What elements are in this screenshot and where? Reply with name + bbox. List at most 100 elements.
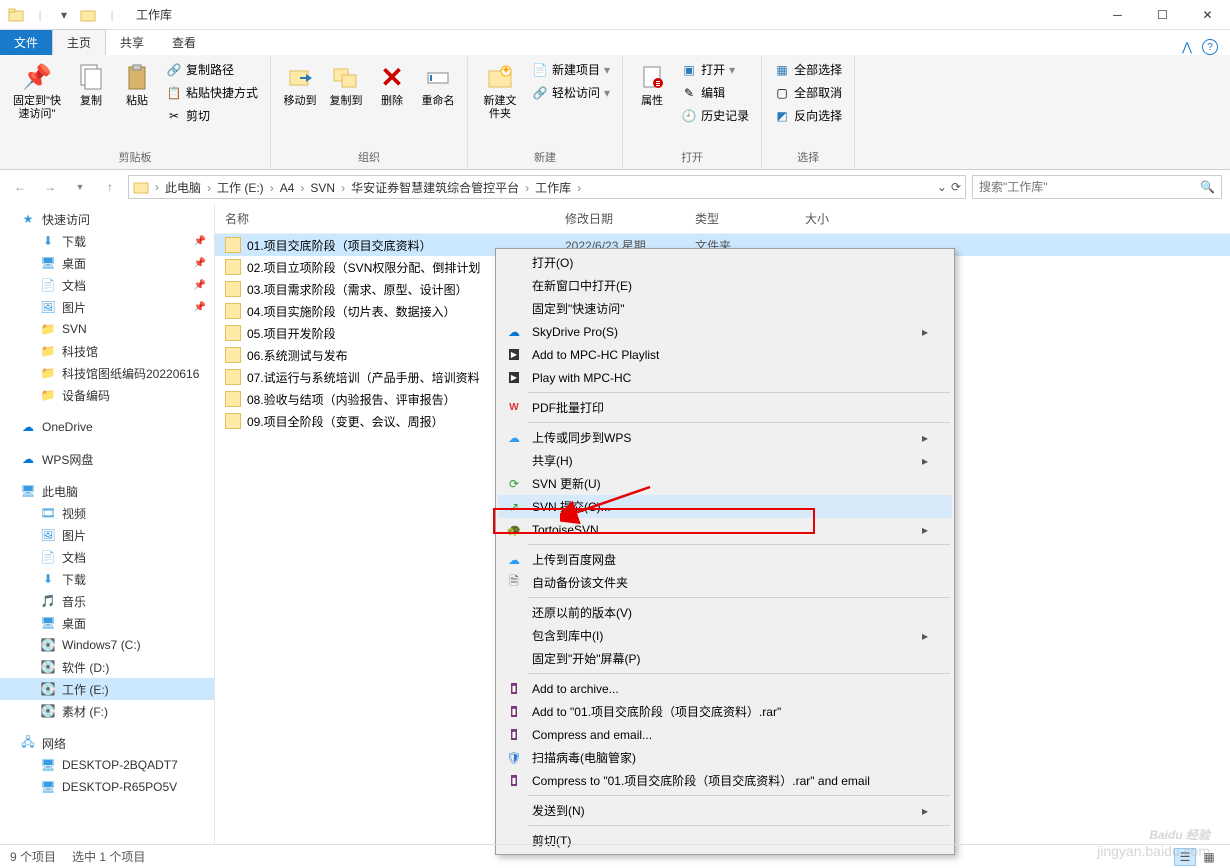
context-menu-item[interactable]: ⟳SVN 更新(U): [498, 472, 952, 495]
recent-dropdown[interactable]: ▼: [68, 175, 92, 199]
nav-item[interactable]: 🖼图片📌: [0, 296, 214, 318]
delete-button[interactable]: ✕ 删除: [371, 59, 413, 110]
forward-button[interactable]: →: [38, 175, 62, 199]
col-size[interactable]: 大小: [805, 210, 885, 227]
context-menu-item[interactable]: ↗SVN 提交(C)...: [498, 495, 952, 518]
maximize-button[interactable]: ☐: [1140, 0, 1185, 30]
search-box[interactable]: 🔍: [972, 175, 1222, 199]
nav-item[interactable]: ⬇下载📌: [0, 230, 214, 252]
help-icon[interactable]: ?: [1202, 39, 1218, 55]
context-menu-item[interactable]: ▮Add to "01.项目交底阶段（项目交底资料）.rar": [498, 700, 952, 723]
chevron-right-icon[interactable]: ›: [268, 181, 276, 195]
nav-network[interactable]: 🖧网络: [0, 732, 214, 754]
easy-access-button[interactable]: 🔗轻松访问▾: [528, 82, 614, 103]
new-item-button[interactable]: 📄新建项目▾: [528, 59, 614, 80]
move-to-button[interactable]: 移动到: [279, 59, 321, 110]
context-menu-item[interactable]: ☁上传或同步到WPS▸: [498, 426, 952, 449]
view-details-button[interactable]: ☰: [1174, 848, 1196, 866]
nav-item[interactable]: 📁SVN: [0, 318, 214, 340]
new-folder-button[interactable]: ✦ 新建文件夹: [476, 59, 524, 123]
up-button[interactable]: ↑: [98, 175, 122, 199]
nav-item[interactable]: 💽Windows7 (C:): [0, 634, 214, 656]
rename-button[interactable]: 重命名: [417, 59, 459, 110]
context-menu-item[interactable]: ▶Play with MPC-HC: [498, 366, 952, 389]
invert-selection-button[interactable]: ◩反向选择: [770, 105, 846, 126]
history-button[interactable]: 🕘历史记录: [677, 105, 753, 126]
ribbon-collapse-icon[interactable]: ⋀: [1182, 40, 1192, 54]
chevron-right-icon[interactable]: ›: [523, 181, 531, 195]
context-menu-item[interactable]: ▶Add to MPC-HC Playlist: [498, 343, 952, 366]
minimize-button[interactable]: ─: [1095, 0, 1140, 30]
search-icon[interactable]: 🔍: [1200, 180, 1215, 194]
close-button[interactable]: ✕: [1185, 0, 1230, 30]
nav-quick-access[interactable]: ★快速访问: [0, 208, 214, 230]
context-menu-item[interactable]: 在新窗口中打开(E): [498, 274, 952, 297]
paste-button[interactable]: 粘贴: [116, 59, 158, 110]
nav-item[interactable]: 🖥桌面: [0, 612, 214, 634]
cut-button[interactable]: ✂剪切: [162, 105, 262, 126]
tab-share[interactable]: 共享: [106, 30, 158, 55]
qat-dropdown-icon[interactable]: ▾: [54, 5, 74, 25]
context-menu-item[interactable]: WPDF批量打印: [498, 396, 952, 419]
nav-item[interactable]: ⬇下载: [0, 568, 214, 590]
nav-item[interactable]: 💽工作 (E:): [0, 678, 214, 700]
context-menu-item[interactable]: ▮Compress to "01.项目交底阶段（项目交底资料）.rar" and…: [498, 769, 952, 792]
context-menu-item[interactable]: 共享(H)▸: [498, 449, 952, 472]
context-menu-item[interactable]: 🛡扫描病毒(电脑管家): [498, 746, 952, 769]
select-none-button[interactable]: ▢全部取消: [770, 82, 846, 103]
breadcrumb-item[interactable]: 工作库: [531, 181, 575, 195]
breadcrumb-item[interactable]: A4: [276, 181, 299, 195]
view-icons-button[interactable]: ▦: [1198, 848, 1220, 866]
context-menu-item[interactable]: 🗎自动备份该文件夹: [498, 571, 952, 594]
context-menu-item[interactable]: ▮Add to archive...: [498, 677, 952, 700]
breadcrumb-item[interactable]: 工作 (E:): [213, 181, 268, 195]
nav-this-pc[interactable]: 🖥此电脑: [0, 480, 214, 502]
context-menu-item[interactable]: 🐢TortoiseSVN▸: [498, 518, 952, 541]
nav-item[interactable]: 📄文档: [0, 546, 214, 568]
select-all-button[interactable]: ▦全部选择: [770, 59, 846, 80]
nav-item[interactable]: 🎵音乐: [0, 590, 214, 612]
context-menu-item[interactable]: 发送到(N)▸: [498, 799, 952, 822]
tab-file[interactable]: 文件: [0, 30, 52, 55]
copy-button[interactable]: 复制: [70, 59, 112, 110]
col-type[interactable]: 类型: [695, 210, 805, 227]
context-menu-item[interactable]: 还原以前的版本(V): [498, 601, 952, 624]
nav-item[interactable]: 💽素材 (F:): [0, 700, 214, 722]
address-bar[interactable]: › 此电脑›工作 (E:)›A4›SVN›华安证券智慧建筑综合管控平台›工作库›…: [128, 175, 966, 199]
col-name[interactable]: 名称: [225, 210, 565, 227]
edit-button[interactable]: ✎编辑: [677, 82, 753, 103]
nav-wps[interactable]: ☁WPS网盘: [0, 448, 214, 470]
tab-view[interactable]: 查看: [158, 30, 210, 55]
tab-home[interactable]: 主页: [52, 29, 106, 55]
nav-item[interactable]: 📁科技馆图纸编码20220616: [0, 362, 214, 384]
properties-button[interactable]: 属性: [631, 59, 673, 110]
chevron-right-icon[interactable]: ›: [153, 180, 161, 194]
paste-shortcut-button[interactable]: 📋粘贴快捷方式: [162, 82, 262, 103]
nav-item[interactable]: 🖥DESKTOP-2BQADT7: [0, 754, 214, 776]
nav-item[interactable]: 🖥DESKTOP-R65PO5V: [0, 776, 214, 798]
search-input[interactable]: [979, 180, 1200, 194]
breadcrumb-item[interactable]: 此电脑: [161, 181, 205, 195]
nav-onedrive[interactable]: ☁OneDrive: [0, 416, 214, 438]
context-menu-item[interactable]: 包含到库中(I)▸: [498, 624, 952, 647]
copy-to-button[interactable]: 复制到: [325, 59, 367, 110]
refresh-icon[interactable]: ⟳: [951, 180, 961, 194]
open-button[interactable]: ▣打开▾: [677, 59, 753, 80]
breadcrumb-item[interactable]: SVN: [306, 181, 339, 195]
nav-item[interactable]: 📁科技馆: [0, 340, 214, 362]
col-date[interactable]: 修改日期: [565, 210, 695, 227]
nav-item[interactable]: 📁设备编码: [0, 384, 214, 406]
context-menu-item[interactable]: ☁上传到百度网盘: [498, 548, 952, 571]
nav-item[interactable]: 📄文档📌: [0, 274, 214, 296]
back-button[interactable]: ←: [8, 175, 32, 199]
pin-to-quick-access-button[interactable]: 📌 固定到"快速访问": [8, 59, 66, 123]
copy-path-button[interactable]: 🔗复制路径: [162, 59, 262, 80]
nav-item[interactable]: 🖼图片: [0, 524, 214, 546]
nav-item[interactable]: 💽软件 (D:): [0, 656, 214, 678]
context-menu-item[interactable]: ☁SkyDrive Pro(S)▸: [498, 320, 952, 343]
chevron-right-icon[interactable]: ›: [339, 181, 347, 195]
context-menu-item[interactable]: ▮Compress and email...: [498, 723, 952, 746]
context-menu-item[interactable]: 固定到"快速访问": [498, 297, 952, 320]
context-menu-item[interactable]: 打开(O): [498, 251, 952, 274]
nav-item[interactable]: 🖥桌面📌: [0, 252, 214, 274]
